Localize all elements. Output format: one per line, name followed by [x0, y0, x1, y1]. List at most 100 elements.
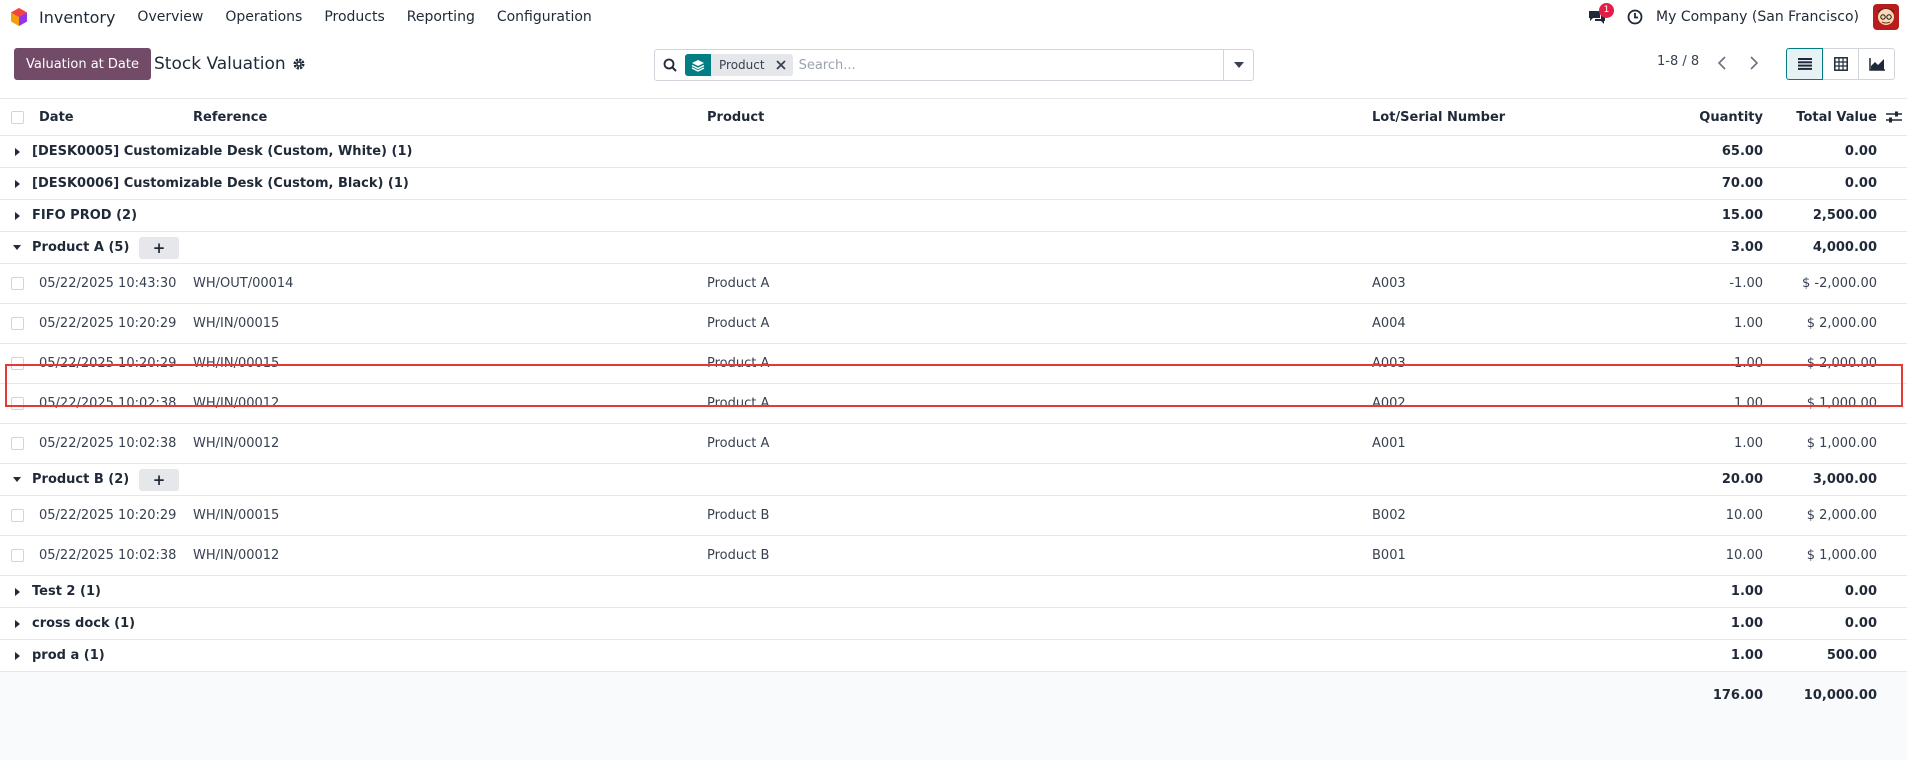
cell-product: Product A [707, 276, 770, 291]
cell-date: 05/22/2025 10:02:38 [39, 436, 177, 451]
search-facet-label: Product [719, 58, 765, 72]
cell-reference: WH/IN/00012 [193, 548, 280, 563]
column-header-quantity[interactable]: Quantity [1699, 110, 1763, 125]
cell-quantity: 1.00 [1734, 316, 1763, 331]
pivot-view-icon[interactable] [1822, 48, 1859, 80]
column-header-lot-serial[interactable]: Lot/Serial Number [1372, 110, 1505, 125]
cell-lot-serial: B001 [1372, 548, 1406, 563]
table-row[interactable]: 05/22/2025 10:02:38 WH/IN/00012 Product B B… [0, 536, 1907, 576]
view-switcher [1786, 48, 1895, 80]
cell-quantity: 1.00 [1734, 356, 1763, 371]
group-row[interactable]: prod a (1) 1.00 500.00 [0, 640, 1907, 672]
app-name[interactable]: Inventory [39, 8, 115, 27]
group-quantity: 65.00 [1721, 144, 1763, 159]
cell-reference: WH/OUT/00014 [193, 276, 294, 291]
cell-lot-serial: A003 [1372, 276, 1406, 291]
search-icon[interactable] [655, 50, 685, 80]
menu-reporting[interactable]: Reporting [407, 9, 475, 25]
cell-total-value: $ 1,000.00 [1806, 396, 1877, 411]
graph-view-icon[interactable] [1858, 48, 1895, 80]
caret-down-icon[interactable] [1223, 50, 1253, 80]
plus-icon[interactable]: + [139, 468, 179, 491]
group-total-value: 0.00 [1844, 144, 1877, 159]
table-row[interactable]: 05/22/2025 10:02:38 WH/IN/00012 Product A A… [0, 384, 1907, 424]
cell-lot-serial: B002 [1372, 508, 1406, 523]
row-checkbox[interactable] [11, 317, 24, 330]
group-row[interactable]: [DESK0005] Customizable Desk (Custom, Wh… [0, 136, 1907, 168]
group-row[interactable]: Product A (5) +3.00 4,000.00 [0, 232, 1907, 264]
menu-configuration[interactable]: Configuration [497, 9, 592, 25]
app-logo-icon[interactable] [9, 7, 29, 27]
caret-right-icon[interactable] [13, 211, 21, 220]
company-switcher[interactable]: My Company (San Francisco) [1656, 9, 1859, 25]
column-header-product[interactable]: Product [707, 110, 764, 125]
group-quantity: 70.00 [1721, 176, 1763, 191]
list-view: Date Reference Product Lot/Serial Number… [0, 98, 1907, 760]
cell-lot-serial: A004 [1372, 316, 1406, 331]
row-checkbox[interactable] [11, 397, 24, 410]
group-total-value: 0.00 [1844, 584, 1877, 599]
row-checkbox[interactable] [11, 549, 24, 562]
chat-icon[interactable]: 1 [1586, 3, 1615, 28]
row-checkbox[interactable] [11, 509, 24, 522]
group-row[interactable]: Product B (2) +20.00 3,000.00 [0, 464, 1907, 496]
cell-total-value: $ 1,000.00 [1806, 548, 1877, 563]
plus-icon[interactable]: + [139, 236, 179, 259]
gear-icon[interactable] [292, 57, 306, 71]
list-view-icon[interactable] [1786, 48, 1823, 80]
menu-operations[interactable]: Operations [225, 9, 302, 25]
caret-down-icon[interactable] [13, 244, 21, 252]
row-checkbox[interactable] [11, 277, 24, 290]
group-quantity: 20.00 [1721, 472, 1763, 487]
group-total-value: 3,000.00 [1812, 472, 1877, 487]
column-header-total-value[interactable]: Total Value [1796, 110, 1877, 125]
group-label: [DESK0006] Customizable Desk (Custom, Bl… [32, 176, 409, 191]
menu-overview[interactable]: Overview [137, 9, 203, 25]
table-row[interactable]: 05/22/2025 10:20:29 WH/IN/00015 Product B B… [0, 496, 1907, 536]
caret-right-icon[interactable] [13, 147, 21, 156]
group-row[interactable]: [DESK0006] Customizable Desk (Custom, Bl… [0, 168, 1907, 200]
group-label: prod a (1) [32, 648, 105, 663]
chevron-left-icon[interactable] [1706, 48, 1738, 78]
caret-right-icon[interactable] [13, 587, 21, 596]
table-row[interactable]: 05/22/2025 10:20:29 WH/IN/00015 Product A A… [0, 304, 1907, 344]
caret-right-icon[interactable] [13, 179, 21, 188]
cell-total-value: $ 1,000.00 [1806, 436, 1877, 451]
group-row[interactable]: Test 2 (1) 1.00 0.00 [0, 576, 1907, 608]
row-checkbox[interactable] [11, 437, 24, 450]
close-icon[interactable] [773, 54, 789, 76]
select-all-checkbox[interactable] [11, 110, 24, 124]
group-total-value: 0.00 [1844, 176, 1877, 191]
table-row[interactable]: 05/22/2025 10:02:38 WH/IN/00012 Product A A… [0, 424, 1907, 464]
cell-lot-serial: A002 [1372, 396, 1406, 411]
footer-total-value: 10,000.00 [1803, 687, 1877, 703]
caret-down-icon[interactable] [13, 476, 21, 484]
menu-products[interactable]: Products [324, 9, 384, 25]
column-header-date[interactable]: Date [39, 110, 74, 125]
avatar[interactable] [1873, 4, 1899, 30]
cell-date: 05/22/2025 10:43:30 [39, 276, 177, 291]
settings-sliders-icon[interactable] [1885, 108, 1903, 126]
cell-product: Product A [707, 396, 770, 411]
row-checkbox[interactable] [11, 357, 24, 370]
valuation-at-date-button[interactable]: Valuation at Date [14, 48, 151, 80]
chevron-right-icon[interactable] [1738, 48, 1770, 78]
group-row[interactable]: cross dock (1) 1.00 0.00 [0, 608, 1907, 640]
cell-total-value: $ -2,000.00 [1802, 276, 1877, 291]
search-facet-groupby-product: Product [685, 54, 793, 76]
cell-lot-serial: A003 [1372, 356, 1406, 371]
cell-product: Product A [707, 436, 770, 451]
group-total-value: 2,500.00 [1812, 208, 1877, 223]
cell-product: Product B [707, 508, 770, 523]
column-header-reference[interactable]: Reference [193, 110, 267, 125]
table-row[interactable]: 05/22/2025 10:43:30 WH/OUT/00014 Product A… [0, 264, 1907, 304]
group-row[interactable]: FIFO PROD (2) 15.00 2,500.00 [0, 200, 1907, 232]
caret-right-icon[interactable] [13, 651, 21, 660]
caret-right-icon[interactable] [13, 619, 21, 628]
pager-value[interactable]: 1-8 / 8 [1657, 54, 1699, 69]
group-quantity: 15.00 [1721, 208, 1763, 223]
table-row[interactable]: 05/22/2025 10:20:29 WH/IN/00015 Product A A… [0, 344, 1907, 384]
search-input[interactable] [796, 51, 1223, 79]
clock-icon[interactable] [1626, 8, 1644, 26]
cell-total-value: $ 2,000.00 [1806, 316, 1877, 331]
